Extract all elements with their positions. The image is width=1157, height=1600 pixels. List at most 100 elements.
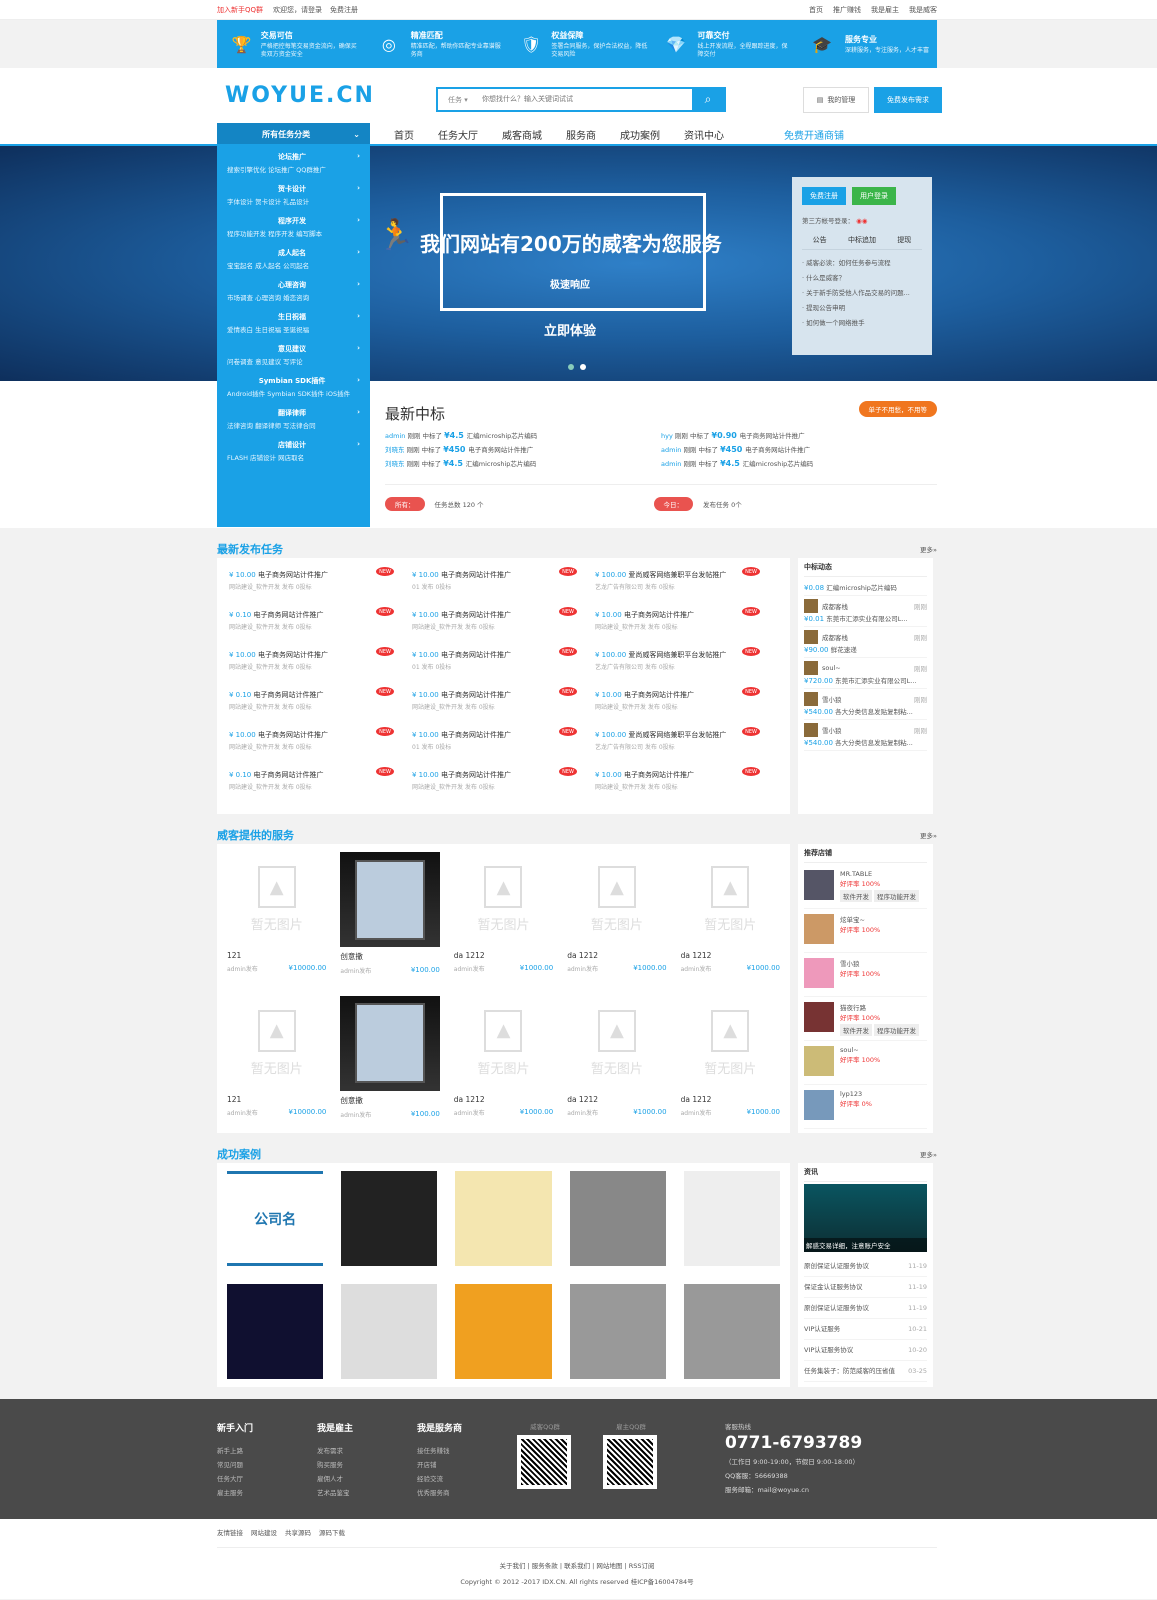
publish-request-button[interactable]: 免费发布需求: [874, 87, 942, 113]
search-input[interactable]: [478, 89, 692, 110]
case-item[interactable]: [455, 1171, 552, 1266]
category-items[interactable]: 宝宝起名 成人起名 公司起名: [227, 260, 360, 270]
avatar[interactable]: [804, 958, 834, 988]
shop-name[interactable]: soul~: [840, 1046, 880, 1054]
notice-item[interactable]: · 什么是威客？: [802, 271, 922, 286]
task-item[interactable]: ¥ 100.00 爱尚威客网络兼职平台发帖推广 艺龙广告有限公司 发布 0投标 NE…: [595, 724, 778, 764]
service-image[interactable]: ▲ 暂无图片: [227, 852, 326, 947]
footer-link[interactable]: 发布需求: [317, 1444, 417, 1458]
dynamic-item[interactable]: 成都客栈 刚刚 ¥90.00 鲜花速递: [804, 627, 927, 658]
task-item[interactable]: ¥ 100.00 爱尚威客网络兼职平台发帖推广 艺龙广告有限公司 发布 0投标 NE…: [595, 564, 778, 604]
category-title[interactable]: 成人起名 ›: [227, 248, 360, 258]
shop-name[interactable]: MR.TABLE: [840, 870, 921, 878]
footer-link[interactable]: 艺术品鉴宝: [317, 1486, 417, 1500]
case-item[interactable]: [455, 1284, 552, 1379]
footer-link[interactable]: 开店铺: [417, 1458, 517, 1472]
category-toggle[interactable]: 所有任务分类 ⌄: [217, 123, 370, 145]
bid-task[interactable]: 汇编microship芯片编码: [467, 432, 538, 440]
footer-link[interactable]: 雇佣人才: [317, 1472, 417, 1486]
nav-link[interactable]: 威客商城: [502, 127, 542, 142]
category-items[interactable]: FLASH 店铺设计 网店取名: [227, 452, 360, 462]
case-item[interactable]: [227, 1284, 324, 1379]
service-item[interactable]: ▲ 暂无图片 da 1212 admin发布 ¥1000.00: [454, 852, 553, 982]
news-title[interactable]: 任务集装子：防范威客的压省值: [804, 1361, 895, 1381]
category-items[interactable]: 爱情表白 生日祝福 圣诞祝福: [227, 324, 360, 334]
service-item[interactable]: ▲ 暂无图片 da 1212 admin发布 ¥1000.00: [567, 996, 667, 1126]
footer-links[interactable]: 关于我们 | 服务条款 | 联系我们 | 网站地图 | RSS订阅: [217, 1558, 937, 1574]
service-image[interactable]: [340, 852, 440, 947]
my-manage-button[interactable]: ▤ 我的管理: [803, 87, 869, 113]
news-item[interactable]: 任务集装子：防范威客的压省值 03-25: [804, 1361, 927, 1382]
shop-item[interactable]: 雪小狼 好评率 100%: [804, 953, 927, 997]
avatar[interactable]: [804, 1090, 834, 1120]
news-title[interactable]: 原创保证认证服务协议: [804, 1256, 869, 1276]
category-title[interactable]: 意见建议 ›: [227, 344, 360, 354]
service-image[interactable]: ▲ 暂无图片: [454, 852, 553, 947]
category-group[interactable]: 翻译律师 › 法律咨询 翻译律师 写法律合同: [227, 408, 360, 430]
service-image[interactable]: ▲ 暂无图片: [227, 996, 326, 1091]
nav-link[interactable]: 资讯中心: [684, 127, 724, 142]
weibo-icon[interactable]: ◉: [862, 217, 868, 225]
footer-link[interactable]: 任务大厅: [217, 1472, 317, 1486]
login-link[interactable]: 请登录: [301, 5, 322, 15]
service-item[interactable]: ▲ 暂无图片 121 admin发布 ¥10000.00: [227, 996, 326, 1126]
task-item[interactable]: ¥ 10.00 电子商务网站计件推广 网站建设_软件开发 发布 0投标 NEW: [412, 764, 595, 804]
notice-item[interactable]: · 如何做一个网络推手: [802, 316, 922, 331]
task-item[interactable]: ¥ 0.10 电子商务网站计件推广 网站建设_软件开发 发布 0投标 NEW: [229, 764, 412, 804]
category-items[interactable]: Android插件 Symbian SDK插件 iOS插件: [227, 388, 360, 398]
nav-link[interactable]: 首页: [394, 127, 414, 142]
task-item[interactable]: ¥ 100.00 爱尚威客网络兼职平台发帖推广 艺龙广告有限公司 发布 0投标 NE…: [595, 644, 778, 684]
task-item[interactable]: ¥ 10.00 电子商务网站计件推广 网站建设_软件开发 发布 0投标 NEW: [229, 564, 412, 604]
service-name[interactable]: da 1212: [567, 951, 666, 960]
service-image[interactable]: ▲ 暂无图片: [681, 996, 780, 1091]
more-link[interactable]: 更多»: [920, 830, 937, 840]
friend-link[interactable]: 共享源码: [285, 1527, 311, 1537]
category-title[interactable]: 翻译律师 ›: [227, 408, 360, 418]
dynamic-task[interactable]: 东莞市汇添实业有限公司L...: [826, 615, 907, 623]
news-item[interactable]: VIP认证服务协议 10-20: [804, 1340, 927, 1361]
category-group[interactable]: 贺卡设计 › 字体设计 贺卡设计 礼品设计: [227, 184, 360, 206]
nav-link[interactable]: 成功案例: [620, 127, 660, 142]
avatar[interactable]: [804, 914, 834, 944]
service-item[interactable]: 创意撒 admin发布 ¥100.00: [340, 995, 440, 1126]
service-image[interactable]: ▲ 暂无图片: [681, 852, 780, 947]
service-name[interactable]: da 1212: [567, 1095, 666, 1104]
case-item[interactable]: [683, 1171, 780, 1266]
service-item[interactable]: ▲ 暂无图片 da 1212 admin发布 ¥1000.00: [454, 996, 553, 1126]
dynamic-task[interactable]: 鲜花速递: [831, 646, 857, 654]
service-name[interactable]: 创意撒: [340, 951, 439, 962]
bid-user[interactable]: admin: [661, 446, 683, 454]
bid-user[interactable]: admin: [385, 432, 407, 440]
dynamic-item[interactable]: 雪小狼 刚刚 ¥540.00 各大分类信息发贴复制粘...: [804, 689, 927, 720]
bid-user[interactable]: 刘晓东: [385, 446, 407, 454]
shop-item[interactable]: lyp123 好评率 0%: [804, 1085, 927, 1129]
category-group[interactable]: 成人起名 › 宝宝起名 成人起名 公司起名: [227, 248, 360, 270]
service-name[interactable]: da 1212: [681, 951, 780, 960]
dynamic-task[interactable]: 汇编microship芯片编码: [826, 584, 897, 592]
footer-link[interactable]: 新手上路: [217, 1444, 317, 1458]
top-link[interactable]: 推广赚钱: [833, 5, 861, 15]
category-group[interactable]: 论坛推广 › 搜索引擎优化 论坛推广 QQ群推广: [227, 152, 360, 174]
category-title[interactable]: Symbian SDK插件 ›: [227, 376, 360, 386]
bid-task[interactable]: 电子商务网站计件推广: [745, 446, 810, 454]
bid-user[interactable]: hyy: [661, 432, 675, 440]
dynamic-task[interactable]: 各大分类信息发贴复制粘...: [835, 708, 913, 716]
site-logo[interactable]: WOYUE.CN: [225, 83, 375, 108]
task-item[interactable]: ¥ 0.10 电子商务网站计件推广 网站建设_软件开发 发布 0投标 NEW: [229, 604, 412, 644]
friend-link[interactable]: 网站建设: [251, 1527, 277, 1537]
free-register-button[interactable]: 免费注册: [802, 187, 846, 205]
category-title[interactable]: 生日祝福 ›: [227, 312, 360, 322]
dynamic-task[interactable]: 东莞市汇添实业有限公司L...: [835, 677, 916, 685]
avatar[interactable]: [804, 870, 834, 900]
login-tab[interactable]: 中标追加: [848, 235, 876, 245]
dynamic-user[interactable]: soul~: [822, 664, 841, 672]
news-title[interactable]: 保证金认证服务协议: [804, 1277, 863, 1297]
case-item[interactable]: [569, 1171, 666, 1266]
task-item[interactable]: ¥ 10.00 电子商务网站计件推广 01 发布 0投标 NEW: [412, 644, 595, 684]
category-items[interactable]: 搜索引擎优化 论坛推广 QQ群推广: [227, 164, 360, 174]
shop-name[interactable]: 炫单宝~: [840, 914, 880, 924]
service-image[interactable]: ▲ 暂无图片: [567, 996, 666, 1091]
footer-link[interactable]: 经验交流: [417, 1472, 517, 1486]
nav-link[interactable]: 服务商: [566, 127, 596, 142]
more-link[interactable]: 更多»: [920, 1149, 937, 1159]
